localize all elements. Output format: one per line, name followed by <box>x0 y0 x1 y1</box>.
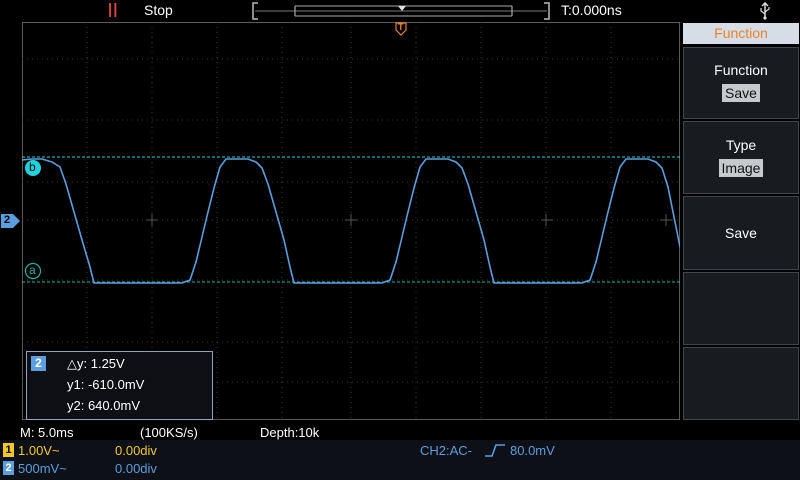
channel2-scale: 500mV~ <box>18 461 67 476</box>
trigger-source-coupling: CH2:AC- <box>420 443 473 458</box>
trigger-time-offset: T:0.000ns <box>561 2 622 18</box>
menu-item-save[interactable]: Save <box>683 196 799 270</box>
run-state-label: Stop <box>144 2 173 18</box>
usb-icon <box>760 2 770 20</box>
rising-edge-icon <box>485 444 505 457</box>
timebase-status-bar <box>0 422 800 442</box>
trigger-marker-label: T <box>398 22 404 32</box>
timebase-label: M: 5.0ms <box>20 425 74 440</box>
channel1-badge[interactable]: 1 <box>3 443 14 457</box>
channel1-offset: 0.00div <box>115 443 157 458</box>
menu-item-empty-1[interactable] <box>683 272 799 345</box>
channel2-offset: 0.00div <box>115 461 157 476</box>
menu-item-label: Function <box>714 62 768 78</box>
cursor-y2: y2: 640.0mV <box>67 398 140 413</box>
channel1-scale: 1.00V~ <box>18 443 60 458</box>
menu-item-value: Save <box>722 84 760 102</box>
channel2-marker-label: 2 <box>4 214 11 226</box>
memory-position-bar[interactable] <box>250 1 552 21</box>
menu-item-function[interactable]: Function Save <box>683 47 799 119</box>
cursor-channel-badge: 2 <box>31 356 46 371</box>
menu-item-empty-2[interactable] <box>683 347 799 420</box>
sample-rate-label: (100KS/s) <box>140 425 198 440</box>
channel2-badge[interactable]: 2 <box>3 461 14 475</box>
menu-item-label: Save <box>725 225 757 241</box>
cursor-a-label: a <box>29 263 36 277</box>
menu-title: Function <box>683 23 799 44</box>
memory-depth-label: Depth:10k <box>260 425 320 440</box>
cursor-delta-y: △y: 1.25V <box>67 356 125 371</box>
trigger-position-pointer-icon <box>398 6 406 11</box>
menu-item-value: Image <box>718 159 764 177</box>
run-stop-indicator[interactable]: || <box>108 1 118 18</box>
menu-item-label: Type <box>725 137 757 153</box>
trigger-level: 80.0mV <box>510 443 555 458</box>
cursor-y1: y1: -610.0mV <box>67 377 145 392</box>
cursor-b-label: b <box>29 160 36 174</box>
menu-item-type[interactable]: Type Image <box>683 121 799 194</box>
